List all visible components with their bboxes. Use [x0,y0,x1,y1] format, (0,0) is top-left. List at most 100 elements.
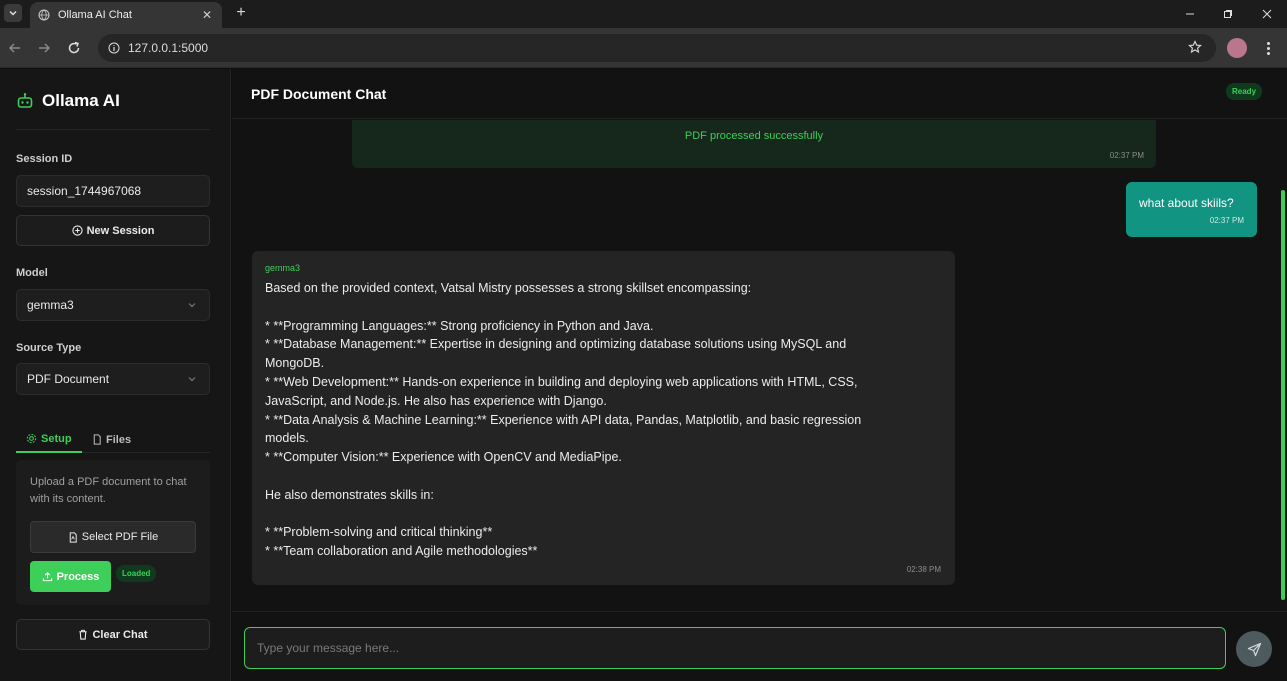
message-line [265,467,935,486]
tab-setup[interactable]: Setup [16,426,82,453]
browser-toolbar: 127.0.0.1:5000 [0,28,1287,68]
user-message: what about skiils? 02:37 PM [1126,182,1257,237]
message-time: 02:37 PM [1109,151,1144,160]
file-icon [93,434,101,445]
new-session-label: New Session [86,224,155,237]
message-composer [232,611,1287,681]
model-select[interactable]: gemma3 [16,289,210,321]
page-title: PDF Document Chat [251,86,387,102]
reload-button[interactable] [64,38,84,58]
message-line: * **Database Management:** Expertise in … [265,337,847,352]
message-line [265,298,935,317]
select-pdf-button[interactable]: Select PDF File [30,521,196,553]
scrollbar-thumb[interactable] [1281,190,1285,600]
browser-menu-icon[interactable] [1262,38,1274,58]
brand: Ollama AI [16,91,120,111]
reload-icon [68,41,80,54]
message-time: 02:38 PM [906,565,941,574]
chevron-down-icon [9,10,17,16]
address-bar[interactable]: 127.0.0.1:5000 [98,34,1216,62]
robot-icon [17,93,33,108]
chevron-down-icon [188,377,196,382]
url-text: 127.0.0.1:5000 [128,41,209,55]
message-line: * **Programming Languages:** Strong prof… [265,318,654,333]
system-message-text: PDF processed successfully [684,130,824,142]
assistant-message-text: Based on the provided context, Vatsal Mi… [265,279,935,561]
clear-chat-label: Clear Chat [92,628,148,641]
sidebar: Ollama AI Session ID session_1744967068 … [0,69,231,681]
message-line: * **Problem-solving and critical thinkin… [265,525,493,540]
gear-icon [26,433,37,444]
pdf-file-icon [69,531,77,543]
assistant-model-label: gemma3 [265,263,301,273]
send-button[interactable] [1236,631,1272,667]
clear-chat-button[interactable]: Clear Chat [16,619,210,650]
bookmark-star-icon[interactable] [1188,40,1202,54]
send-icon [1247,642,1261,656]
trash-icon [79,629,88,640]
divider [16,129,210,130]
message-line: MongoDB. [265,356,325,371]
message-line: Based on the provided context, Vatsal Mi… [265,281,752,295]
browser-tab[interactable]: Ollama AI Chat ✕ [30,2,222,28]
message-line: JavaScript, and Node.js. He also has exp… [265,393,607,408]
source-type-value: PDF Document [27,372,110,386]
message-line: models. [265,431,309,446]
tab-search-button[interactable] [4,4,22,22]
new-session-button[interactable]: New Session [16,215,210,246]
loaded-badge: Loaded [116,565,157,582]
model-value: gemma3 [27,298,74,312]
plus-circle-icon [71,225,83,236]
message-line: * **Web Development:** Hands-on experien… [265,374,858,389]
browser-tab-strip: Ollama AI Chat ✕ + [0,0,1287,28]
process-button[interactable]: Process [30,561,111,592]
restore-button[interactable] [1208,0,1248,28]
back-button[interactable] [5,38,25,58]
status-badge: Ready [1226,83,1263,100]
source-type-select[interactable]: PDF Document [16,363,210,395]
site-info-icon[interactable] [108,42,120,54]
message-line [265,505,935,524]
session-id-value: session_1744967068 [27,184,142,198]
new-tab-button[interactable]: + [232,4,250,22]
profile-avatar[interactable] [1227,38,1247,58]
process-label: Process [56,570,100,583]
close-tab-icon[interactable]: ✕ [200,8,214,22]
restore-icon [1224,10,1232,18]
setup-panel: Upload a PDF document to chat with its c… [16,460,210,605]
setup-instructions: Upload a PDF document to chat with its c… [30,476,187,505]
message-line: * **Data Analysis & Machine Learning:** … [265,412,862,427]
close-window-button[interactable] [1247,0,1287,28]
session-id-field[interactable]: session_1744967068 [16,175,210,207]
message-input[interactable] [244,627,1226,669]
chat-panel: PDF Document Chat Ready PDF processed su… [232,69,1287,681]
minimize-button[interactable] [1170,0,1210,28]
browser-tab-title: Ollama AI Chat [58,9,132,21]
select-pdf-label: Select PDF File [81,531,159,543]
chevron-down-icon [188,303,196,308]
brand-name: Ollama AI [42,91,120,110]
message-line: He also demonstrates skills in: [265,487,434,502]
source-type-label: Source Type [16,342,82,354]
globe-icon [38,9,50,21]
model-label: Model [16,267,48,279]
arrow-left-icon [8,43,20,53]
message-line: * **Team collaboration and Agile methodo… [265,544,538,559]
arrow-right-icon [39,43,51,53]
message-line: * **Computer Vision:** Experience with O… [265,450,622,465]
assistant-message: gemma3 Based on the provided context, Va… [252,251,955,585]
minimize-icon [1186,13,1194,15]
system-message: PDF processed successfully 02:37 PM [352,120,1156,168]
session-id-label: Session ID [16,153,73,165]
tab-files[interactable]: Files [82,426,141,453]
chat-scrollbar[interactable] [1279,120,1287,611]
chat-header: PDF Document Chat Ready [232,69,1287,119]
message-list[interactable]: PDF processed successfully 02:37 PM what… [232,120,1279,611]
sidebar-tabs: Setup Files [16,426,210,453]
tab-setup-label: Setup [41,432,72,445]
upload-icon [42,572,52,582]
tab-files-label: Files [106,433,132,446]
message-time: 02:37 PM [1209,216,1244,225]
close-icon [1262,9,1272,19]
forward-button[interactable] [34,38,54,58]
